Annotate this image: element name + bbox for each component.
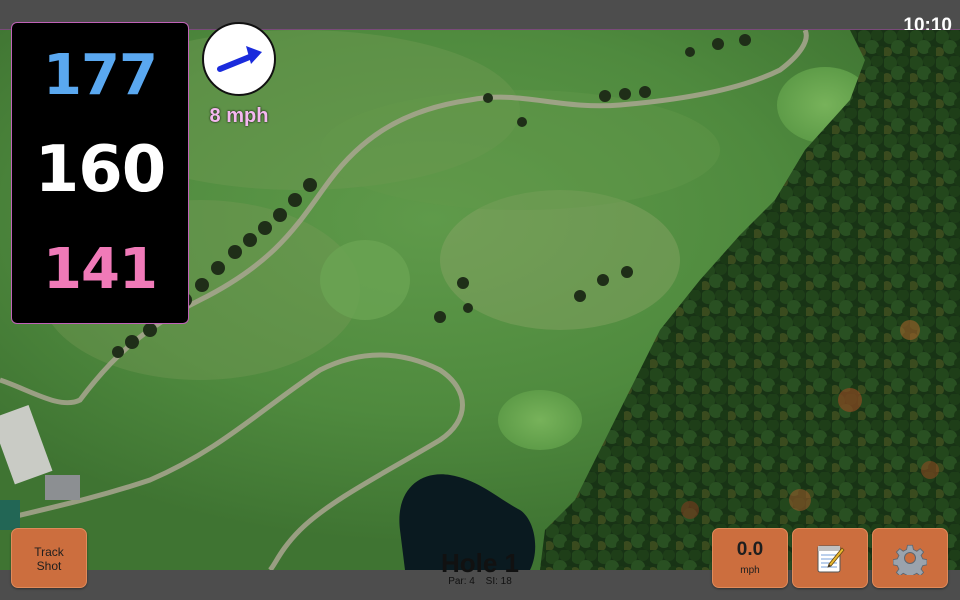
hole-info: Par: 4 SI: 18 [380,576,580,588]
distance-panel: 177 160 141 [11,22,189,324]
center-of-green-distance: 160 [34,133,167,207]
wind-speed-label: 8 mph [209,105,269,127]
wind-speed-button[interactable]: 0.0 mph [712,528,788,588]
track-shot-button[interactable]: Track Shot [11,528,87,588]
hole-title: Hole 1 [440,548,520,578]
notepad-icon [817,545,845,573]
settings-button[interactable] [872,528,948,588]
arrow-up-right-icon [217,46,262,72]
wind-value: 0.0 [736,539,764,560]
gear-icon [893,544,927,575]
front-of-green-distance: 141 [43,237,158,302]
track-shot-label-line-1: Track [34,545,64,559]
golf-gps-screen: 10:10 177 160 141 8 mph Track Shot Hole … [0,0,960,600]
par-label: Par: 4 [448,576,475,587]
wind-unit: mph [740,565,760,576]
back-of-green-distance: 177 [43,43,158,108]
wind-direction-indicator [202,22,276,96]
notes-button[interactable] [792,528,868,588]
track-shot-label-line-2: Shot [36,559,62,573]
stroke-index-label: SI: 18 [485,576,512,587]
